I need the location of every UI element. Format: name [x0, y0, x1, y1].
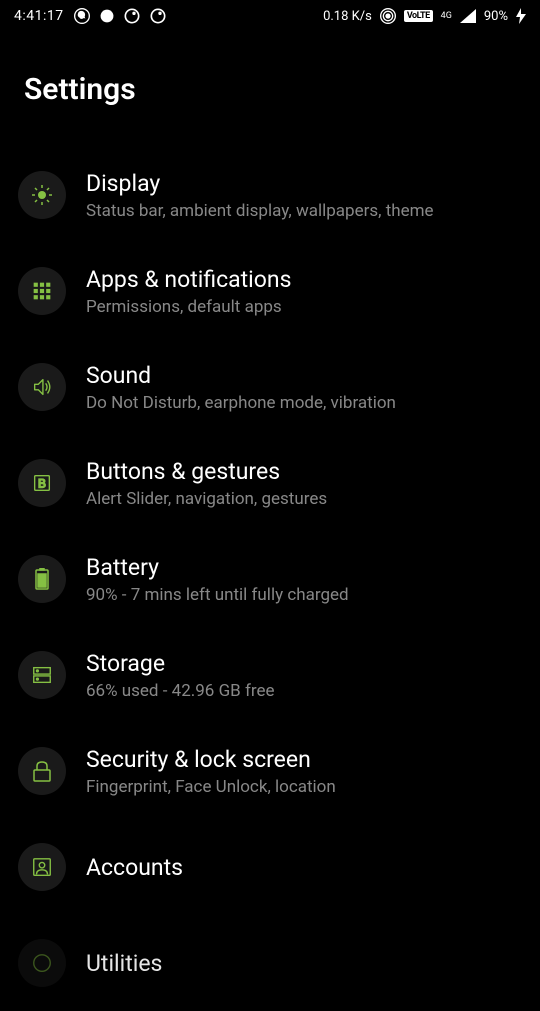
item-subtitle: 66% used - 42.96 GB free — [86, 681, 275, 701]
status-left: 4:41:17 — [14, 8, 166, 24]
vodafone-icon-2 — [150, 8, 166, 24]
item-text: Utilities — [86, 950, 162, 977]
item-text: Storage 66% used - 42.96 GB free — [86, 650, 275, 701]
utilities-icon — [18, 939, 66, 987]
settings-item-accounts[interactable]: Accounts — [0, 819, 540, 915]
status-bar: 4:41:17 0.18 K/s VoLTE 4G 90% — [0, 0, 540, 32]
status-right: 0.18 K/s VoLTE 4G 90% — [323, 8, 526, 24]
buttons-icon: B — [18, 459, 66, 507]
item-text: Battery 90% - 7 mins left until fully ch… — [86, 554, 349, 605]
item-text: Apps & notifications Permissions, defaul… — [86, 266, 291, 317]
item-text: Sound Do Not Disturb, earphone mode, vib… — [86, 362, 396, 413]
page-title: Settings — [0, 32, 540, 147]
lock-icon — [18, 747, 66, 795]
item-text: Accounts — [86, 854, 183, 881]
item-title: Storage — [86, 650, 275, 677]
item-title: Sound — [86, 362, 396, 389]
settings-item-storage[interactable]: Storage 66% used - 42.96 GB free — [0, 627, 540, 723]
svg-text:B: B — [38, 477, 46, 491]
item-title: Utilities — [86, 950, 162, 977]
brightness-icon — [18, 171, 66, 219]
storage-icon — [18, 651, 66, 699]
hotspot-icon — [380, 8, 396, 24]
settings-item-security[interactable]: Security & lock screen Fingerprint, Face… — [0, 723, 540, 819]
item-subtitle: Permissions, default apps — [86, 297, 291, 317]
settings-item-buttons[interactable]: B Buttons & gestures Alert Slider, navig… — [0, 435, 540, 531]
item-title: Security & lock screen — [86, 746, 336, 773]
item-title: Battery — [86, 554, 349, 581]
item-title: Buttons & gestures — [86, 458, 327, 485]
jio-icon — [100, 9, 114, 23]
status-time: 4:41:17 — [14, 8, 64, 24]
sound-icon — [18, 363, 66, 411]
settings-list: Display Status bar, ambient display, wal… — [0, 147, 540, 1011]
item-subtitle: Status bar, ambient display, wallpapers,… — [86, 201, 434, 221]
battery-percent: 90% — [484, 9, 508, 24]
volte-badge: VoLTE — [404, 10, 433, 22]
item-text: Buttons & gestures Alert Slider, navigat… — [86, 458, 327, 509]
settings-item-battery[interactable]: Battery 90% - 7 mins left until fully ch… — [0, 531, 540, 627]
item-text: Display Status bar, ambient display, wal… — [86, 170, 434, 221]
item-title: Accounts — [86, 854, 183, 881]
charging-icon — [516, 8, 526, 24]
item-subtitle: Do Not Disturb, earphone mode, vibration — [86, 393, 396, 413]
network-speed: 0.18 K/s — [323, 9, 372, 24]
settings-item-utilities[interactable]: Utilities — [0, 915, 540, 1011]
whatsapp-icon — [74, 8, 90, 24]
item-text: Security & lock screen Fingerprint, Face… — [86, 746, 336, 797]
settings-item-apps[interactable]: Apps & notifications Permissions, defaul… — [0, 243, 540, 339]
item-title: Apps & notifications — [86, 266, 291, 293]
apps-grid-icon — [18, 267, 66, 315]
battery-icon — [18, 555, 66, 603]
settings-item-display[interactable]: Display Status bar, ambient display, wal… — [0, 147, 540, 243]
item-subtitle: Fingerprint, Face Unlock, location — [86, 777, 336, 797]
item-subtitle: 90% - 7 mins left until fully charged — [86, 585, 349, 605]
item-subtitle: Alert Slider, navigation, gestures — [86, 489, 327, 509]
account-icon — [18, 843, 66, 891]
signal-4g-label: 4G — [441, 11, 452, 21]
signal-icon — [460, 9, 476, 23]
item-title: Display — [86, 170, 434, 197]
vodafone-icon-1 — [124, 8, 140, 24]
settings-item-sound[interactable]: Sound Do Not Disturb, earphone mode, vib… — [0, 339, 540, 435]
